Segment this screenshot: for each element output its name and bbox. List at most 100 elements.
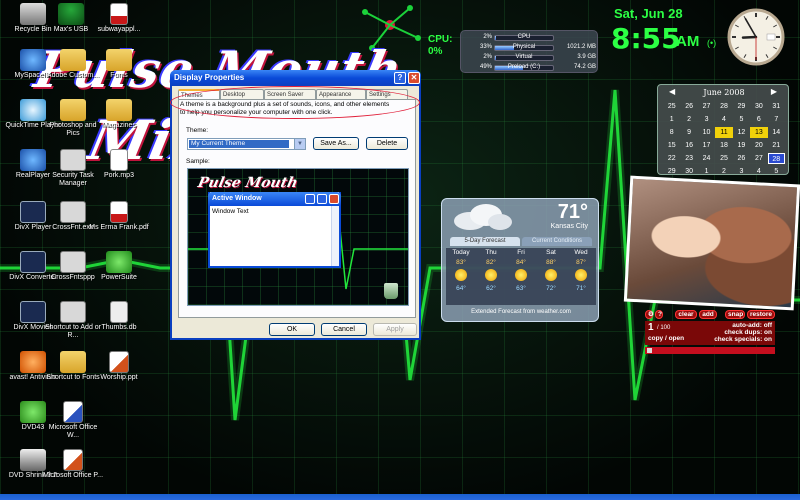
pdf-file-icon[interactable] (110, 201, 128, 223)
calendar-day[interactable]: 26 (680, 101, 697, 112)
ok-button[interactable]: OK (269, 323, 315, 336)
pdf-file-icon[interactable] (110, 3, 128, 25)
calendar-day[interactable]: 11 (715, 127, 733, 138)
calendar-day[interactable]: 31 (768, 101, 785, 112)
tab-5-day-forecast[interactable]: 5-Day Forecast (450, 237, 520, 246)
desktop-icon-label[interactable]: Microsoft Office P... (42, 472, 104, 480)
check-dups-status[interactable]: check dups: on (724, 329, 772, 336)
settings-icon[interactable]: ⚙ (645, 310, 654, 319)
desktop-icon[interactable]: Ms Erma Frank.pdf (88, 201, 150, 232)
restore-button[interactable]: restore (747, 310, 775, 319)
calendar-day[interactable]: 27 (698, 101, 715, 112)
desktop-icon[interactable]: subwayappl... (88, 3, 150, 34)
calendar-day[interactable]: 30 (680, 166, 697, 177)
tab-current-conditions[interactable]: Current Conditions (522, 237, 592, 246)
desktop-icon-label[interactable]: subwayappl... (88, 26, 150, 34)
folder-icon[interactable] (106, 99, 132, 121)
powerpoint-file-icon[interactable] (109, 351, 129, 373)
calendar-day[interactable]: 5 (733, 114, 750, 125)
taskbar[interactable] (0, 494, 800, 500)
word-icon[interactable] (63, 401, 83, 423)
calendar-day[interactable]: 9 (680, 127, 697, 138)
help-icon[interactable]: ? (655, 310, 663, 319)
powerpoint-icon[interactable] (63, 449, 83, 471)
desktop-icon-label[interactable]: Thumbs.db (88, 324, 150, 332)
analog-clock-icon[interactable] (727, 8, 785, 66)
calendar-day[interactable]: 16 (680, 140, 697, 151)
folder-icon[interactable] (106, 49, 132, 71)
calendar-day[interactable]: 1 (698, 166, 715, 177)
delete-button[interactable]: Delete (366, 137, 408, 150)
counter-entry-bar[interactable] (645, 347, 775, 354)
calendar-day[interactable]: 22 (663, 153, 680, 164)
calendar-day[interactable]: 25 (663, 101, 680, 112)
chevron-down-icon[interactable]: ▼ (294, 139, 305, 149)
calendar-day[interactable]: 15 (663, 140, 680, 151)
desktop-icon[interactable]: Worship.ppt (88, 351, 150, 382)
calendar-day[interactable]: 14 (768, 127, 785, 138)
calendar-day[interactable]: 4 (750, 166, 767, 177)
calendar-day[interactable]: 13 (750, 127, 768, 138)
weather-footer-link[interactable]: Extended Forecast from weather.com (442, 309, 600, 315)
desktop-icon-label[interactable]: Magazines (88, 122, 150, 130)
desktop-icon[interactable]: Magazines (88, 99, 150, 130)
desktop-icon-label[interactable]: Pork.mp3 (88, 172, 150, 180)
calendar-day[interactable]: 12 (733, 127, 750, 138)
usb-drive-icon[interactable] (58, 3, 84, 25)
desktop-icon-label[interactable]: Worship.ppt (88, 374, 150, 382)
desktop-icon[interactable]: Microsoft Office W... (42, 401, 104, 440)
dialog-title[interactable]: Display Properties (170, 70, 421, 86)
security-task-manager-icon[interactable] (60, 149, 86, 171)
shortcut-folder-icon[interactable] (60, 351, 86, 373)
calendar-day[interactable]: 29 (733, 101, 750, 112)
calendar-day[interactable]: 10 (698, 127, 715, 138)
folder-icon[interactable] (60, 49, 86, 71)
calendar-next-button[interactable]: ▶ (771, 87, 777, 96)
desktop-icon-label[interactable]: PowerSuite (88, 274, 150, 282)
db-file-icon[interactable] (110, 301, 128, 323)
desktop-icon[interactable]: Pork.mp3 (88, 149, 150, 180)
cancel-button[interactable]: Cancel (321, 323, 367, 336)
desktop-icon[interactable]: Microsoft Office P... (42, 449, 104, 480)
add-button[interactable]: add (699, 310, 717, 319)
desktop-icon[interactable]: Thumbs.db (88, 301, 150, 332)
desktop-icon[interactable]: PowerSuite (88, 251, 150, 282)
calendar-day[interactable]: 30 (750, 101, 767, 112)
calendar-day[interactable]: 24 (698, 153, 715, 164)
calendar-day[interactable]: 5 (768, 166, 785, 177)
calendar-day[interactable]: 18 (715, 140, 732, 151)
shortcut-icon[interactable] (60, 301, 86, 323)
check-specials-status[interactable]: check specials: on (714, 336, 772, 343)
desktop-icon[interactable]: Fonts (88, 49, 150, 80)
calendar-day[interactable]: 17 (698, 140, 715, 151)
photo-slideshow-gadget[interactable] (623, 175, 800, 311)
calendar-day[interactable]: 27 (750, 153, 767, 164)
calendar-day[interactable]: 2 (680, 114, 697, 125)
calendar-day[interactable]: 20 (750, 140, 767, 151)
calendar-day[interactable]: 19 (733, 140, 750, 151)
calendar-day[interactable]: 21 (768, 140, 785, 151)
auto-add-status[interactable]: auto-add: off (732, 322, 772, 329)
calendar-day[interactable]: 8 (663, 127, 680, 138)
apply-button[interactable]: Apply (373, 323, 417, 336)
calendar-day[interactable]: 2 (715, 166, 732, 177)
help-button[interactable]: ? (394, 72, 406, 84)
powersuite-icon[interactable] (106, 251, 132, 273)
checkbox-icon[interactable] (647, 348, 652, 353)
copy-open-link[interactable]: copy / open (648, 335, 684, 342)
desktop-icon-label[interactable]: Fonts (88, 72, 150, 80)
calendar-day[interactable]: 7 (768, 114, 785, 125)
desktop-icon-label[interactable]: Ms Erma Frank.pdf (88, 224, 150, 232)
calendar-day[interactable]: 26 (733, 153, 750, 164)
mp3-file-icon[interactable] (110, 149, 128, 171)
calendar-day[interactable]: 3 (733, 166, 750, 177)
calendar-day[interactable]: 6 (750, 114, 767, 125)
exe-file-icon[interactable] (60, 201, 86, 223)
calendar-day[interactable]: 28 (715, 101, 732, 112)
calendar-day[interactable]: 4 (715, 114, 732, 125)
calendar-day[interactable]: 23 (680, 153, 697, 164)
calendar-day[interactable]: 29 (663, 166, 680, 177)
calendar-day[interactable]: 3 (698, 114, 715, 125)
clear-button[interactable]: clear (675, 310, 697, 319)
calendar-day[interactable]: 1 (663, 114, 680, 125)
